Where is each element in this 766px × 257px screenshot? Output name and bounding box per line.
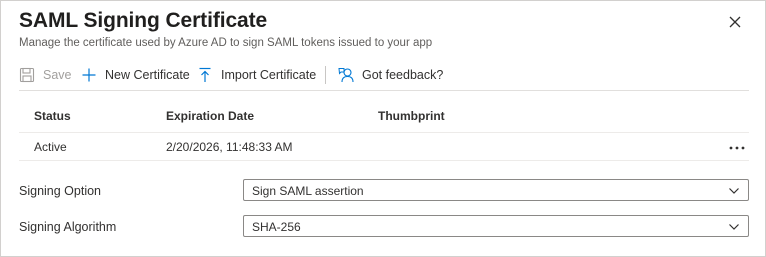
column-header-status[interactable]: Status xyxy=(34,109,71,123)
chevron-down-icon xyxy=(729,224,739,230)
save-button[interactable]: Save xyxy=(19,63,81,87)
signing-option-dropdown[interactable]: Sign SAML assertion xyxy=(243,179,749,201)
save-label: Save xyxy=(43,68,72,82)
import-certificate-label: Import Certificate xyxy=(221,68,317,82)
import-certificate-button[interactable]: Import Certificate xyxy=(197,63,319,87)
cell-expiration-date: 2/20/2026, 11:48:33 AM xyxy=(166,140,293,154)
plus-icon xyxy=(82,68,96,82)
signing-option-label: Signing Option xyxy=(19,184,102,198)
chevron-down-icon xyxy=(729,188,739,194)
signing-algorithm-dropdown[interactable]: SHA-256 xyxy=(243,215,749,237)
new-certificate-label: New Certificate xyxy=(105,68,190,82)
close-button[interactable] xyxy=(725,12,745,32)
column-header-expiration-date[interactable]: Expiration Date xyxy=(166,109,254,123)
column-header-thumbprint[interactable]: Thumbprint xyxy=(378,109,445,123)
signing-option-value: Sign SAML assertion xyxy=(252,184,364,198)
feedback-label: Got feedback? xyxy=(362,68,444,82)
feedback-icon xyxy=(338,68,354,83)
close-icon xyxy=(729,16,741,28)
more-icon xyxy=(729,146,745,150)
row-divider xyxy=(19,160,749,161)
save-icon xyxy=(19,67,35,83)
page-subtitle: Manage the certificate used by Azure AD … xyxy=(19,37,433,49)
command-bar: Save New Certificate Import Certificate … xyxy=(19,63,443,87)
signing-algorithm-label: Signing Algorithm xyxy=(19,220,117,234)
dialog-panel: SAML Signing Certificate Manage the cert… xyxy=(0,0,766,257)
toolbar-separator xyxy=(325,66,326,84)
toolbar-divider xyxy=(19,90,749,91)
new-certificate-button[interactable]: New Certificate xyxy=(81,63,197,87)
header-divider xyxy=(19,132,749,133)
page-title: SAML Signing Certificate xyxy=(19,9,268,32)
feedback-button[interactable]: Got feedback? xyxy=(338,63,443,87)
cell-status: Active xyxy=(34,140,67,154)
upload-icon xyxy=(199,67,211,82)
signing-algorithm-value: SHA-256 xyxy=(252,220,301,234)
row-more-button[interactable] xyxy=(728,141,746,153)
